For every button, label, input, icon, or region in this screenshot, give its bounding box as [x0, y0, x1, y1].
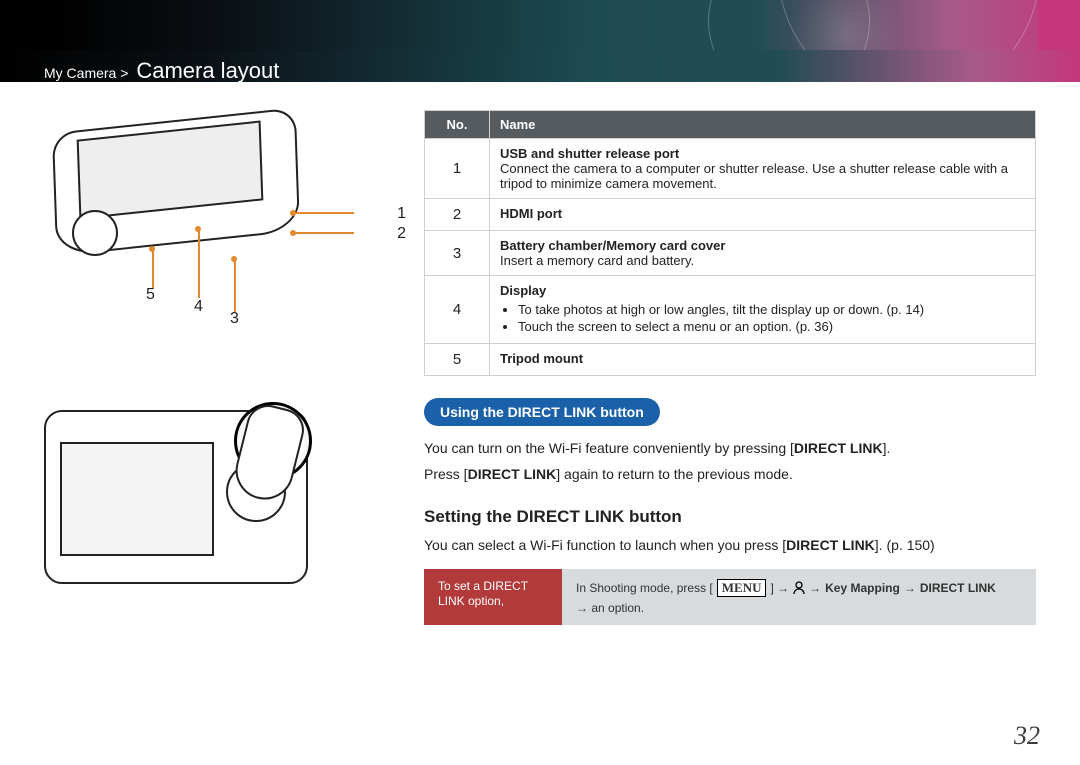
instruction-steps: In Shooting mode, press [ MENU ] → → Key… — [562, 569, 1036, 625]
instruction-bar: To set a DIRECT LINK option, In Shooting… — [424, 569, 1036, 625]
part-cell: HDMI port — [490, 199, 1036, 231]
page-content: 1 2 3 4 5 No. Name — [44, 110, 1036, 735]
part-bullet-list: To take photos at high or low angles, ti… — [500, 302, 1025, 334]
text-column: No. Name 1 USB and shutter release port … — [424, 110, 1036, 735]
part-cell: USB and shutter release port Connect the… — [490, 139, 1036, 199]
part-name: USB and shutter release port — [500, 146, 679, 161]
menu-button-icon: MENU — [717, 579, 767, 597]
callout-number: 1 — [397, 205, 406, 223]
table-row: 1 USB and shutter release port Connect t… — [425, 139, 1036, 199]
part-bullet: Touch the screen to select a menu or an … — [518, 319, 1025, 334]
page-title: Camera layout — [136, 58, 279, 83]
part-name: Tripod mount — [500, 351, 583, 366]
diagram-column: 1 2 3 4 5 — [44, 110, 384, 735]
parts-table: No. Name 1 USB and shutter release port … — [424, 110, 1036, 376]
table-row: 4 Display To take photos at high or low … — [425, 276, 1036, 344]
decorative-swirl — [790, 0, 900, 50]
key-mapping-label: Key Mapping — [825, 581, 900, 595]
part-number: 1 — [425, 139, 490, 199]
part-name: HDMI port — [500, 206, 562, 221]
part-description: Insert a memory card and battery. — [500, 253, 694, 268]
part-number: 3 — [425, 231, 490, 276]
table-header-no: No. — [425, 111, 490, 139]
callout-number: 5 — [146, 286, 155, 304]
page-number: 32 — [1014, 721, 1040, 751]
part-number: 5 — [425, 344, 490, 376]
part-description: Connect the camera to a computer or shut… — [500, 161, 1008, 191]
instruction-label: To set a DIRECT LINK option, — [424, 569, 562, 625]
section-color-tab — [1038, 0, 1080, 50]
breadcrumb-separator: > — [120, 65, 128, 81]
setting-text: You can select a Wi-Fi function to launc… — [424, 535, 1036, 555]
camera-back-illustration — [44, 410, 308, 584]
callout-number: 4 — [194, 298, 203, 316]
direct-link-label: DIRECT LINK — [920, 581, 996, 595]
using-text-line1: You can turn on the Wi-Fi feature conven… — [424, 438, 1036, 458]
setting-heading: Setting the DIRECT LINK button — [424, 507, 1036, 527]
part-cell: Display To take photos at high or low an… — [490, 276, 1036, 344]
camera-back-diagram — [44, 410, 384, 584]
part-bullet: To take photos at high or low angles, ti… — [518, 302, 1025, 317]
part-name: Battery chamber/Memory card cover — [500, 238, 725, 253]
callout-number: 3 — [230, 310, 239, 328]
table-row: 5 Tripod mount — [425, 344, 1036, 376]
camera-bottom-diagram: 1 2 3 4 5 — [44, 110, 384, 330]
part-name: Display — [500, 283, 546, 298]
user-settings-icon — [793, 581, 805, 598]
header-banner — [0, 0, 1080, 50]
table-row: 2 HDMI port — [425, 199, 1036, 231]
breadcrumb-parent: My Camera — [44, 65, 116, 81]
section-pill-using-direct-link: Using the DIRECT LINK button — [424, 398, 660, 426]
table-row: 3 Battery chamber/Memory card cover Inse… — [425, 231, 1036, 276]
part-number: 4 — [425, 276, 490, 344]
camera-bottom-illustration — [44, 110, 304, 280]
part-cell: Battery chamber/Memory card cover Insert… — [490, 231, 1036, 276]
part-cell: Tripod mount — [490, 344, 1036, 376]
breadcrumb: My Camera > Camera layout — [44, 58, 279, 84]
part-number: 2 — [425, 199, 490, 231]
callout-number: 2 — [397, 225, 406, 243]
using-text-line2: Press [DIRECT LINK] again to return to t… — [424, 464, 1036, 484]
table-header-name: Name — [490, 111, 1036, 139]
